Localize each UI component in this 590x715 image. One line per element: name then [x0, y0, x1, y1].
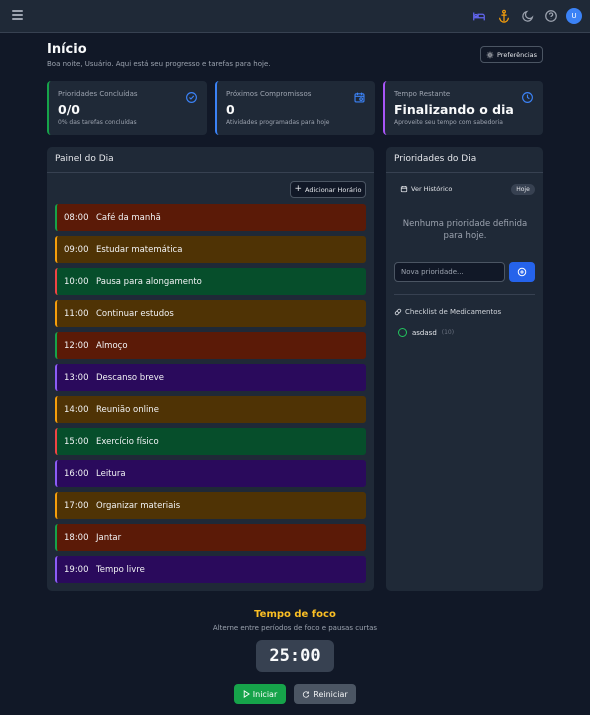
schedule-slot[interactable]: 12:00 Almoço — [55, 332, 366, 359]
start-button[interactable]: Iniciar — [234, 684, 286, 704]
stat-card-priorities: Prioridades Concluídas 0/0 0% das tarefa… — [47, 81, 207, 135]
start-label: Iniciar — [252, 689, 278, 699]
slot-time: 19:00 — [64, 564, 89, 575]
focus-title: Tempo de foco — [254, 609, 336, 620]
slot-label: Jantar — [96, 532, 122, 543]
gear-icon — [486, 51, 494, 58]
stat-sub: Atividades programadas para hoje — [226, 119, 330, 126]
priorities-panel: Prioridades do Dia — [386, 147, 543, 591]
slot-label: Descanso breve — [96, 372, 164, 383]
schedule-slot[interactable]: 17:00 Organizar materiais — [55, 492, 366, 519]
new-priority-input[interactable] — [394, 262, 505, 282]
top-bar: U — [0, 0, 590, 33]
clock-icon — [522, 92, 533, 103]
plus-icon: + — [294, 184, 303, 194]
reset-button[interactable]: Reiniciar — [294, 684, 356, 704]
slot-label: Continuar estudos — [96, 308, 174, 319]
medication-name: asdasd — [412, 328, 437, 337]
stat-sub: Aproveite seu tempo com sabedoria — [394, 119, 503, 126]
slot-label: Pausa para alongamento — [96, 276, 202, 287]
menu-icon[interactable] — [12, 10, 23, 22]
focus-subtitle: Alterne entre períodos de foco e pausas … — [212, 624, 378, 632]
schedule-slot[interactable]: 15:00 Exercício físico — [55, 428, 366, 455]
add-priority-button[interactable] — [509, 262, 535, 282]
bed-icon[interactable] — [472, 9, 486, 23]
plus-circle-icon — [517, 267, 527, 277]
stat-value: 0 — [226, 102, 235, 117]
preferences-label: Preferências — [496, 50, 538, 59]
slot-label: Reunião online — [96, 404, 159, 415]
history-link[interactable]: Ver Histórico — [400, 185, 452, 193]
add-slot-label: Adicionar Horário — [305, 185, 362, 194]
preferences-button[interactable]: Preferências — [480, 46, 543, 63]
slot-time: 09:00 — [64, 244, 89, 255]
stat-value: Finalizando o dia — [394, 102, 514, 117]
slot-time: 11:00 — [64, 308, 89, 319]
stat-label: Próximos Compromissos — [226, 90, 312, 98]
schedule-slot[interactable]: 14:00 Reunião online — [55, 396, 366, 423]
medication-checkbox[interactable] — [398, 328, 407, 337]
schedule-slot[interactable]: 09:00 Estudar matemática — [55, 236, 366, 263]
history-label: Ver Histórico — [411, 185, 453, 193]
medication-item[interactable]: asdasd (10) — [398, 328, 454, 337]
focus-timer: 25:00 — [256, 640, 334, 672]
schedule-slot[interactable]: 10:00 Pausa para alongamento — [55, 268, 366, 295]
moon-icon[interactable] — [521, 9, 535, 23]
slot-time: 12:00 — [64, 340, 89, 351]
empty-priorities-text: Nenhuma prioridade definida para hoje. — [402, 219, 528, 241]
page-title: Início — [47, 42, 87, 57]
anchor-icon[interactable] — [497, 9, 511, 23]
schedule-slot[interactable]: 08:00 Café da manhã — [55, 204, 366, 231]
slot-time: 08:00 — [64, 212, 89, 223]
slot-time: 14:00 — [64, 404, 89, 415]
stat-sub: 0% das tarefas concluídas — [58, 119, 137, 126]
stat-card-appointments: Próximos Compromissos 0 Atividades progr… — [215, 81, 375, 135]
slot-time: 16:00 — [64, 468, 89, 479]
stat-label: Tempo Restante — [394, 90, 451, 98]
slot-label: Organizar materiais — [96, 500, 181, 511]
pill-icon — [394, 308, 402, 316]
medication-checklist-label: Checklist de Medicamentos — [405, 308, 502, 316]
refresh-icon — [303, 691, 310, 698]
stat-value: 0/0 — [58, 102, 80, 117]
slot-label: Almoço — [96, 340, 128, 351]
help-icon[interactable] — [544, 9, 558, 23]
calendar-icon — [400, 186, 408, 193]
schedule-slot[interactable]: 19:00 Tempo livre — [55, 556, 366, 583]
slot-label: Estudar matemática — [96, 244, 183, 255]
slot-time: 18:00 — [64, 532, 89, 543]
slot-time: 10:00 — [64, 276, 89, 287]
slot-label: Exercício físico — [96, 436, 159, 447]
day-panel-title: Painel do Dia — [47, 147, 374, 173]
schedule-slot[interactable]: 13:00 Descanso breve — [55, 364, 366, 391]
play-icon — [243, 690, 250, 698]
schedule-slot[interactable]: 18:00 Jantar — [55, 524, 366, 551]
avatar[interactable]: U — [566, 8, 582, 24]
today-badge: Hoje — [511, 184, 535, 195]
add-slot-button[interactable]: + Adicionar Horário — [290, 181, 366, 198]
schedule-slot[interactable]: 16:00 Leitura — [55, 460, 366, 487]
medication-count: (10) — [441, 329, 455, 336]
slot-label: Leitura — [96, 468, 126, 479]
slot-time: 17:00 — [64, 500, 89, 511]
calendar-icon — [354, 92, 365, 103]
slot-time: 15:00 — [64, 436, 89, 447]
slot-time: 13:00 — [64, 372, 89, 383]
medication-checklist-title: Checklist de Medicamentos — [394, 308, 501, 316]
check-circle-icon — [186, 92, 197, 103]
page-subtitle: Boa noite, Usuário. Aqui está seu progre… — [47, 60, 271, 68]
slot-label: Tempo livre — [96, 564, 145, 575]
reset-label: Reiniciar — [313, 689, 348, 699]
schedule-slot[interactable]: 11:00 Continuar estudos — [55, 300, 366, 327]
priorities-panel-title: Prioridades do Dia — [386, 147, 543, 173]
stat-card-time-left: Tempo Restante Finalizando o dia Aprovei… — [383, 81, 543, 135]
slot-label: Café da manhã — [96, 212, 161, 223]
stat-label: Prioridades Concluídas — [58, 90, 138, 98]
divider — [394, 294, 535, 295]
